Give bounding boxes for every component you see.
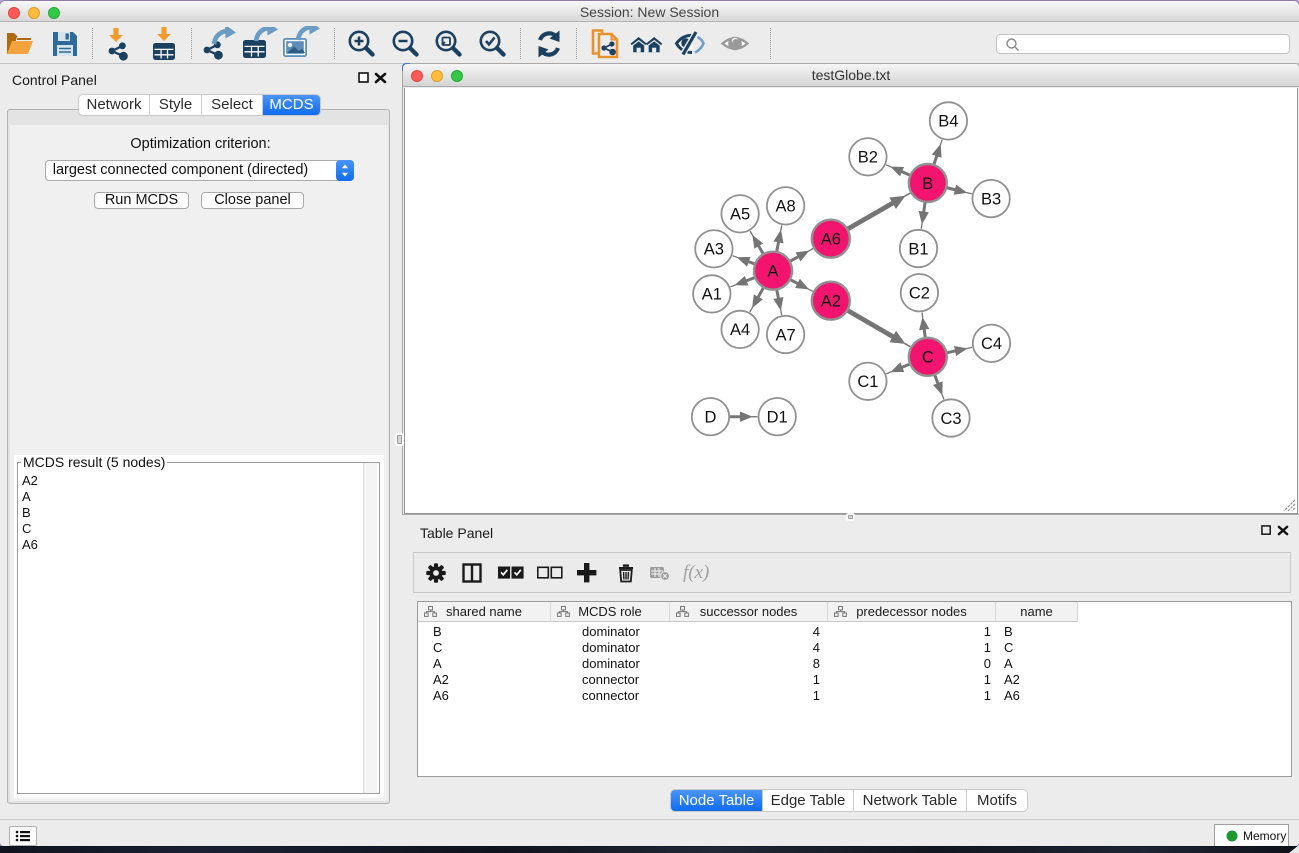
- svg-text:A7: A7: [776, 326, 796, 344]
- svg-text:f(x): f(x): [683, 562, 709, 583]
- svg-text:C2: C2: [909, 285, 930, 303]
- svg-text:A5: A5: [730, 206, 750, 224]
- svg-text:D1: D1: [767, 409, 788, 427]
- svg-text:A8: A8: [776, 198, 796, 216]
- svg-text:C1: C1: [857, 373, 878, 391]
- svg-text:B1: B1: [908, 240, 928, 258]
- svg-text:B4: B4: [938, 113, 958, 131]
- svg-text:A4: A4: [730, 321, 750, 339]
- svg-text:B3: B3: [981, 190, 1001, 208]
- svg-text:A3: A3: [704, 241, 724, 259]
- svg-text:C3: C3: [940, 410, 961, 428]
- svg-text:B: B: [922, 175, 933, 193]
- svg-text:A1: A1: [702, 286, 722, 304]
- svg-text:A6: A6: [821, 231, 841, 249]
- svg-text:B2: B2: [858, 149, 878, 167]
- svg-text:A: A: [767, 263, 778, 281]
- svg-text:A2: A2: [821, 293, 841, 311]
- svg-text:C4: C4: [981, 335, 1002, 353]
- svg-text:D: D: [705, 409, 717, 427]
- svg-text:C: C: [922, 349, 934, 367]
